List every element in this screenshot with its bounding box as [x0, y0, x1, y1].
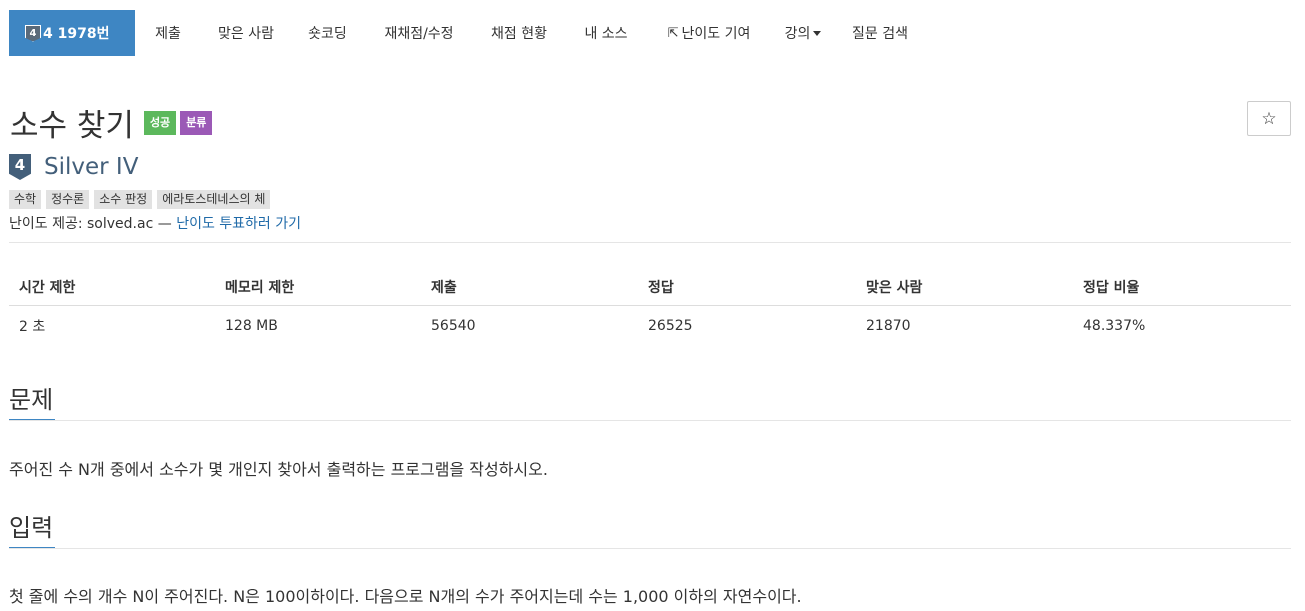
accepted-value: 26525 [648, 318, 693, 334]
problem-description: 주어진 수 N개 중에서 소수가 몇 개인지 찾아서 출력하는 프로그램을 작성… [9, 460, 548, 479]
nav-question-search[interactable]: 질문 검색 [836, 10, 924, 56]
vote-difficulty-link[interactable]: 난이도 투표하러 가기 [176, 216, 301, 232]
nav-lecture-label: 강의 [784, 26, 811, 42]
nav-my-source[interactable]: 내 소스 [564, 10, 648, 56]
submissions-value: 56540 [431, 318, 476, 334]
nav-difficulty-contribution[interactable]: ⇱ 난이도 기여 [648, 10, 770, 56]
header-accepted: 정답 [638, 268, 856, 306]
tier-badge-icon: 4 [25, 24, 41, 42]
tier-level: 4 [14, 156, 26, 174]
problem-section-heading: 문제 [9, 386, 54, 414]
nav-short-coding-label: 숏코딩 [308, 26, 347, 42]
header-accept-rate: 정답 비율 [1073, 268, 1291, 306]
nav-question-search-label: 질문 검색 [852, 26, 908, 42]
provider-text: 난이도 제공: solved.ac — [9, 216, 177, 232]
table-row: 2 초 128 MB 56540 26525 21870 48.337% [9, 306, 1291, 347]
nav-accepted-users-label: 맞은 사람 [218, 26, 274, 42]
tag-item[interactable]: 소수 판정 [94, 190, 153, 209]
tag-item[interactable]: 수학 [9, 190, 42, 209]
problem-number-label: 4 1978번 [43, 26, 110, 42]
nav-my-source-label: 내 소스 [584, 26, 628, 42]
nav-lecture-dropdown[interactable]: 강의 [770, 10, 836, 56]
difficulty-provider: 난이도 제공: solved.ac — 난이도 투표하러 가기 [9, 213, 301, 233]
nav-submit[interactable]: 제출 [135, 10, 201, 56]
header-submissions: 제출 [421, 268, 638, 306]
nav-submit-label: 제출 [155, 26, 181, 42]
favorite-star-button[interactable]: ☆ [1247, 101, 1291, 136]
input-description: 첫 줄에 수의 개수 N이 주어진다. N은 100이하이다. 다음으로 N개의… [9, 587, 802, 606]
category-label[interactable]: 분류 [180, 110, 213, 135]
memory-limit-value: 128 MB [225, 318, 278, 334]
nav-difficulty-label: 난이도 기여 [681, 26, 751, 42]
problem-info-table: 시간 제한 메모리 제한 제출 정답 맞은 사람 정답 비율 2 초 128 M… [9, 268, 1291, 346]
nav-accepted-users[interactable]: 맞은 사람 [201, 10, 291, 56]
problem-title-row: 소수 찾기 성공 분류 [10, 100, 213, 145]
divider [9, 420, 1291, 421]
header-accepted-users: 맞은 사람 [856, 268, 1073, 306]
algorithm-tags: 수학 정수론 소수 판정 에라토스테네스의 체 [9, 190, 275, 209]
success-label: 성공 [143, 110, 177, 135]
silver-tier-icon: 4 [9, 154, 31, 180]
external-link-icon: ⇱ [667, 25, 679, 41]
tier-name: Silver IV [44, 154, 139, 180]
nav-rejudge-label: 재채점/수정 [384, 26, 454, 42]
accept-rate-value: 48.337% [1083, 318, 1146, 334]
tag-item[interactable]: 정수론 [46, 190, 90, 209]
divider [9, 548, 1291, 549]
star-icon: ☆ [1261, 108, 1277, 129]
header-time-limit: 시간 제한 [9, 268, 215, 306]
nav-short-coding[interactable]: 숏코딩 [291, 10, 364, 56]
nav-status[interactable]: 채점 현황 [474, 10, 564, 56]
accepted-users-value: 21870 [866, 318, 911, 334]
tier-row: 4 Silver IV [9, 154, 138, 180]
caret-down-icon [813, 30, 822, 36]
table-header-row: 시간 제한 메모리 제한 제출 정답 맞은 사람 정답 비율 [9, 268, 1291, 306]
problem-title: 소수 찾기 [10, 108, 134, 144]
nav-rejudge[interactable]: 재채점/수정 [364, 10, 474, 56]
tag-item[interactable]: 에라토스테네스의 체 [157, 190, 271, 209]
problem-menu: 4 4 1978번 제출 맞은 사람 숏코딩 재채점/수정 채점 현황 내 소스… [9, 10, 1296, 56]
nav-status-label: 채점 현황 [491, 26, 547, 42]
header-memory-limit: 메모리 제한 [215, 268, 421, 306]
input-section-heading: 입력 [9, 514, 54, 542]
divider [9, 242, 1291, 243]
time-limit-value: 2 초 [19, 319, 46, 335]
problem-number-tab[interactable]: 4 4 1978번 [9, 10, 135, 56]
